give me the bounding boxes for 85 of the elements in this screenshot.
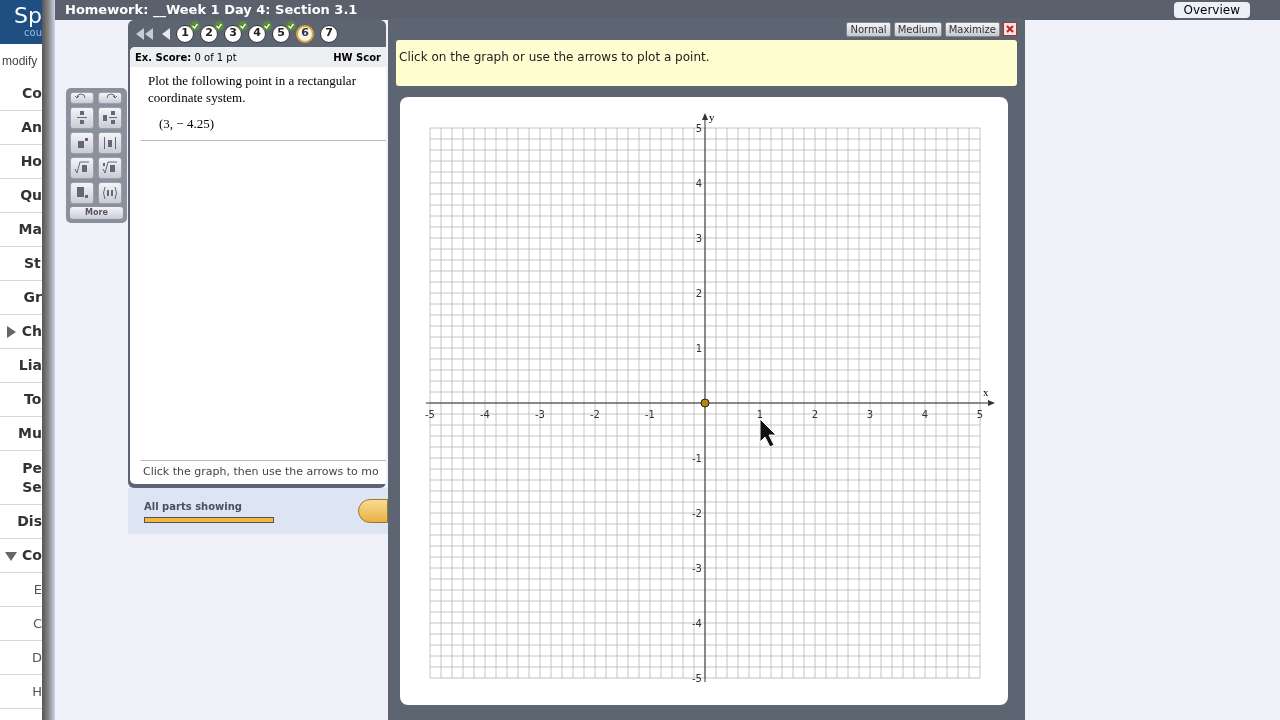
- sidebar-item[interactable]: Ch: [21, 322, 42, 341]
- exercise-score: Ex. Score: 0 of 1 pt: [135, 50, 237, 65]
- axis-label: x: [983, 386, 989, 398]
- close-button[interactable]: [1003, 22, 1017, 36]
- tick-label: -1: [645, 409, 655, 420]
- math-symbol-icon: [100, 184, 120, 202]
- plotted-point[interactable]: [700, 398, 710, 408]
- tick-label: -3: [535, 409, 545, 420]
- math-tool-button[interactable]: [70, 92, 94, 104]
- sidebar-item[interactable]: Mu: [18, 424, 42, 443]
- window-size-button[interactable]: Maximize: [944, 21, 1000, 37]
- question-number[interactable]: 2: [200, 24, 218, 43]
- caret-icon[interactable]: [5, 549, 18, 562]
- tick-label: -3: [692, 563, 702, 574]
- sidebar-item[interactable]: Gr: [23, 288, 42, 307]
- homework-score-label: HW Scor: [333, 50, 381, 65]
- math-tool-button[interactable]: [98, 107, 122, 129]
- sidebar-item[interactable]: Qu: [20, 186, 42, 205]
- tick-label: -4: [480, 409, 490, 420]
- tick-label: 5: [976, 409, 984, 420]
- sidebar-item[interactable]: Co: [22, 84, 42, 103]
- window-size-button[interactable]: Normal: [846, 21, 891, 37]
- first-question-icon[interactable]: [134, 27, 154, 40]
- hint-text: Click the graph, then use the arrows to mo: [143, 464, 379, 481]
- question-number[interactable]: 1: [176, 24, 194, 43]
- question-number[interactable]: 3: [224, 24, 242, 43]
- tick-label: 2: [695, 288, 702, 299]
- tick-label: -4: [692, 618, 702, 629]
- instruction-text: Click on the graph or use the arrows to plot a point.: [399, 50, 710, 64]
- question-number[interactable]: 6: [296, 24, 314, 43]
- sidebar-item[interactable]: Dis: [17, 512, 42, 531]
- math-tool-button[interactable]: [70, 157, 94, 179]
- more-button[interactable]: More: [70, 207, 123, 219]
- tick-label: 3: [695, 233, 702, 244]
- page-title: Homework: __Week 1 Day 4: Section 3.1: [65, 1, 358, 20]
- sidebar-item[interactable]: An: [21, 118, 42, 137]
- sidebar-item[interactable]: E: [33, 580, 42, 599]
- overview-button[interactable]: Overview: [1173, 2, 1250, 18]
- previous-question-icon[interactable]: [160, 27, 170, 40]
- tick-label: 2: [811, 409, 819, 420]
- tick-label: 4: [695, 178, 702, 189]
- tick-label: -2: [692, 508, 702, 519]
- sidebar-item[interactable]: St: [24, 254, 41, 273]
- close-icon: [1006, 25, 1014, 33]
- sidebar-item[interactable]: Ho: [20, 152, 42, 171]
- modify-link[interactable]: modify: [0, 51, 38, 70]
- sidebar-item[interactable]: C: [32, 614, 42, 633]
- tick-label: 4: [921, 409, 929, 420]
- logo-banner[interactable]: Sp cou: [0, 0, 42, 44]
- axis-label: y: [709, 111, 715, 123]
- sidebar-item[interactable]: H: [32, 682, 42, 701]
- caret-icon[interactable]: [4, 325, 17, 338]
- math-tool-button[interactable]: [70, 182, 94, 204]
- math-tool-button[interactable]: [70, 132, 94, 154]
- sidebar-item[interactable]: Pe: [22, 458, 42, 478]
- sidebar-item[interactable]: D: [32, 648, 42, 667]
- sidebar-item[interactable]: Se: [22, 477, 42, 497]
- math-tool-button[interactable]: [98, 157, 122, 179]
- tick-label: -1: [692, 453, 702, 464]
- tick-label: 1: [756, 409, 764, 420]
- splitter-bar[interactable]: [42, 0, 55, 720]
- tick-label: 5: [695, 123, 702, 134]
- question-number[interactable]: 4: [248, 24, 266, 43]
- math-symbol-icon: [100, 109, 120, 127]
- math-tool-button[interactable]: [98, 182, 122, 204]
- tick-label: 1: [695, 343, 702, 354]
- math-tool-button[interactable]: [70, 107, 94, 129]
- tick-label: -5: [692, 673, 702, 684]
- sidebar-item[interactable]: Lia: [18, 356, 42, 375]
- question-number[interactable]: 7: [320, 24, 338, 43]
- question-prompt: Plot the following point in a rectangular coordinate system.: [147, 72, 357, 106]
- sidebar-item[interactable]: To: [24, 390, 42, 409]
- mouse-cursor-icon: [759, 418, 777, 448]
- tick-label: -5: [425, 409, 435, 420]
- question-number[interactable]: 5: [272, 24, 290, 43]
- point-coordinates: (3, − 4.25): [141, 106, 386, 141]
- math-tool-button[interactable]: [98, 132, 122, 154]
- window-size-button[interactable]: Medium: [893, 21, 942, 37]
- check-answer-button[interactable]: [358, 499, 388, 523]
- parts-status: All parts showing: [144, 500, 243, 514]
- tick-label: -2: [590, 409, 600, 420]
- math-tool-button[interactable]: [98, 92, 122, 104]
- tick-label: 3: [866, 409, 874, 420]
- sidebar-item[interactable]: Co: [22, 546, 42, 565]
- sidebar-item[interactable]: Ma: [18, 220, 42, 239]
